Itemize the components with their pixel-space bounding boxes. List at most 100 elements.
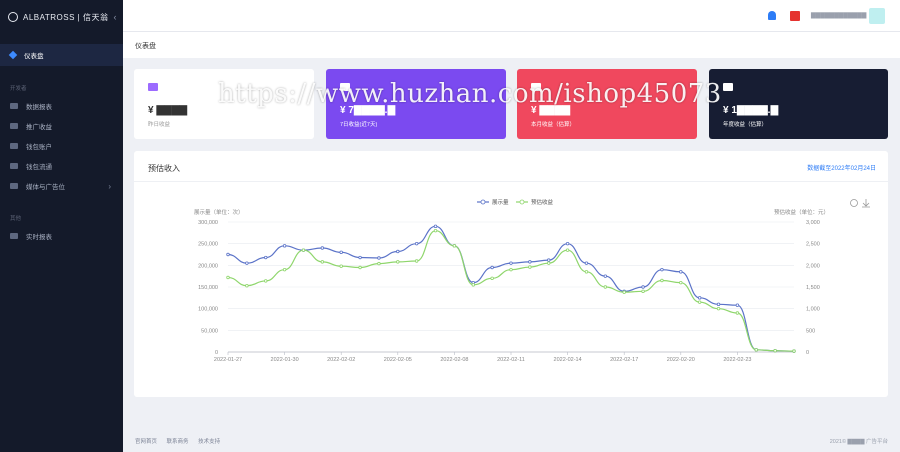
data-point bbox=[282, 244, 287, 248]
y-left-tick-label: 50,000 bbox=[201, 328, 218, 334]
sidebar-item-reports[interactable]: 数据报表 bbox=[0, 96, 123, 116]
stat-value: ¥ 1▇▇▇▇.▇ bbox=[723, 105, 779, 116]
data-point bbox=[641, 289, 645, 294]
footer-link-business[interactable]: 联系商务 bbox=[167, 439, 189, 445]
legend-marker bbox=[519, 199, 525, 205]
data-point bbox=[547, 258, 551, 262]
copyright: 2021© ▇▇▇▇ 广告平台 bbox=[829, 439, 888, 445]
x-tick-label: 2022-02-14 bbox=[554, 357, 582, 363]
y-left-tick-label: 200,000 bbox=[198, 263, 218, 269]
legend-label: 预估收益 bbox=[531, 198, 554, 206]
data-point bbox=[377, 261, 381, 266]
data-point bbox=[528, 260, 532, 264]
y-left-tick-label: 100,000 bbox=[198, 307, 218, 313]
sidebar: ALBATROSS | 信天翁 ‹ 仪表盘 开发者 数据报表 推广收益 钱包账户… bbox=[0, 0, 123, 452]
y-left-tick-label: 250,000 bbox=[198, 242, 218, 248]
data-point bbox=[301, 248, 306, 252]
data-point bbox=[565, 248, 570, 252]
data-point bbox=[716, 302, 721, 307]
mail-icon bbox=[148, 83, 158, 91]
sidebar-item-wallet-account[interactable]: 钱包账户 bbox=[0, 136, 123, 156]
sidebar-item-dashboard[interactable]: 仪表盘 bbox=[0, 44, 123, 66]
brand: ALBATROSS | 信天翁 ‹ bbox=[0, 0, 123, 34]
chart-icon bbox=[723, 83, 733, 91]
realtime-icon bbox=[10, 233, 18, 239]
footer-link-home[interactable]: 官网首页 bbox=[135, 439, 157, 445]
data-point bbox=[716, 306, 721, 311]
bell-icon[interactable] bbox=[768, 11, 776, 20]
y-right-tick-label: 1,500 bbox=[806, 285, 820, 291]
footer: 官网首页 联系商务 技术支持 2021© ▇▇▇▇ 广告平台 bbox=[123, 425, 900, 452]
username[interactable]: ▇▇▇▇▇▇▇▇▇▇▇▇ bbox=[811, 12, 866, 19]
stat-label: 昨日收益 bbox=[148, 122, 171, 128]
y-left-tick-label: 300,000 bbox=[198, 220, 218, 226]
x-tick-label: 2022-01-27 bbox=[214, 357, 242, 363]
data-point bbox=[565, 241, 570, 246]
data-point bbox=[245, 261, 249, 265]
data-point bbox=[735, 311, 740, 315]
page-header: 仪表盘 bbox=[123, 32, 900, 58]
y-right-axis-label: 预估收益（单位：元） bbox=[774, 208, 829, 216]
income-icon bbox=[10, 123, 18, 129]
data-point bbox=[660, 267, 664, 272]
data-point bbox=[547, 261, 551, 265]
data-point bbox=[396, 260, 400, 264]
data-point bbox=[339, 264, 343, 268]
data-point bbox=[528, 265, 532, 269]
data-point bbox=[735, 303, 740, 307]
data-point bbox=[697, 296, 702, 300]
data-point bbox=[339, 250, 343, 255]
x-tick-label: 2022-02-23 bbox=[723, 357, 751, 363]
data-point bbox=[792, 349, 796, 353]
stat-label: 7日收益(近7天) bbox=[340, 122, 378, 128]
legend-label: 展示量 bbox=[492, 199, 509, 206]
refresh-icon bbox=[850, 199, 858, 207]
avatar[interactable] bbox=[869, 8, 885, 24]
sidebar-item-wallet-flow[interactable]: 钱包流通 bbox=[0, 156, 123, 176]
y-right-tick-label: 1,000 bbox=[806, 307, 820, 313]
y-right-tick-label: 0 bbox=[806, 350, 809, 356]
watermark-text: https://www.huzhan.com/ishop45073 bbox=[218, 79, 722, 109]
collapse-sidebar-icon[interactable]: ‹ bbox=[113, 12, 117, 22]
sidebar-group-developer: 开发者 bbox=[10, 86, 27, 92]
x-tick-label: 2022-01-30 bbox=[271, 357, 299, 363]
chevron-right-icon: › bbox=[108, 181, 111, 191]
data-date-link[interactable]: 数据截至2022年02月24日 bbox=[807, 163, 876, 172]
data-point bbox=[679, 270, 683, 274]
stat-card-year: ¥ 1▇▇▇▇.▇ 年度收益（估算） bbox=[709, 69, 888, 139]
y-left-tick-label: 0 bbox=[215, 350, 218, 356]
stat-value: ¥ ▇▇▇▇ bbox=[148, 105, 188, 116]
sidebar-item-realtime-report[interactable]: 实时报表 bbox=[0, 226, 123, 246]
top-bar: ▇▇▇▇▇▇▇▇▇▇▇▇ bbox=[123, 0, 900, 32]
wallet-flow-icon bbox=[10, 163, 18, 169]
data-point bbox=[490, 265, 494, 270]
x-tick-label: 2022-02-02 bbox=[327, 357, 355, 363]
download-icon bbox=[862, 199, 870, 208]
flag-icon[interactable] bbox=[790, 11, 800, 21]
data-point bbox=[377, 256, 381, 260]
data-point bbox=[603, 274, 608, 278]
footer-link-support[interactable]: 技术支持 bbox=[198, 439, 220, 445]
data-point bbox=[754, 348, 758, 352]
data-point bbox=[433, 224, 438, 229]
x-tick-label: 2022-02-08 bbox=[440, 357, 468, 363]
data-point bbox=[471, 283, 475, 287]
series-line-impressions bbox=[227, 225, 795, 352]
sidebar-item-promotion-income[interactable]: 推广收益 bbox=[0, 116, 123, 136]
albatross-logo-icon bbox=[8, 12, 18, 22]
sidebar-item-label: 钱包流通 bbox=[26, 164, 52, 171]
data-point bbox=[320, 246, 325, 250]
y-right-tick-label: 2,500 bbox=[806, 242, 820, 248]
brand-name: ALBATROSS | 信天翁 bbox=[23, 12, 109, 22]
sidebar-item-label: 媒体与广告位 bbox=[26, 184, 65, 191]
sidebar-item-media-adslots[interactable]: 媒体与广告位 › bbox=[0, 176, 123, 196]
income-chart-panel: 预估收入 数据截至2022年02月24日 0 0 50,000 500 100,000 1… bbox=[134, 151, 888, 397]
line-chart: 0 0 50,000 500 100,000 1,000 150,000 1,500 200,0… bbox=[194, 198, 870, 363]
data-point bbox=[509, 267, 513, 272]
data-point bbox=[509, 261, 513, 265]
x-tick-label: 2022-02-05 bbox=[384, 357, 412, 363]
data-point bbox=[584, 261, 589, 265]
data-point bbox=[320, 260, 325, 264]
y-left-tick-label: 150,000 bbox=[198, 285, 218, 291]
data-point bbox=[245, 283, 249, 288]
